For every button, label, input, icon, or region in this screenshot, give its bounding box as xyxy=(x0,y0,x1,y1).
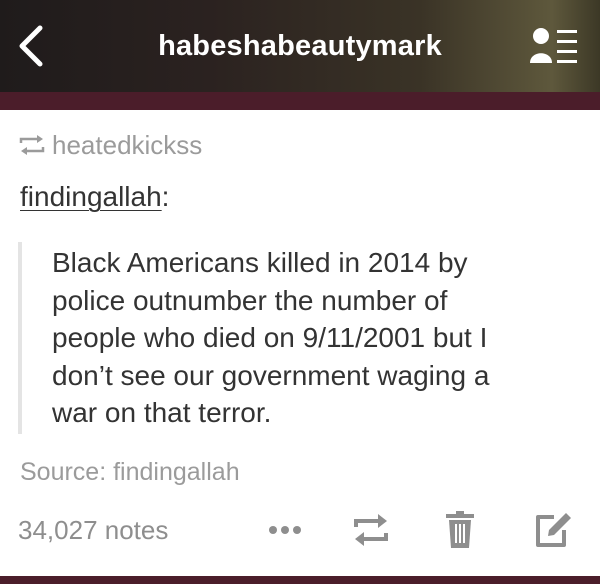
quote-line: police outnumber the number of xyxy=(52,284,448,316)
reblogged-from-username[interactable]: heatedkickss xyxy=(52,128,202,162)
bottom-accent-bar xyxy=(0,576,600,584)
quote-line: people who died on 9/11/2001 but I xyxy=(52,322,488,353)
author-colon: : xyxy=(161,181,170,212)
trash-icon xyxy=(446,511,474,548)
more-icon xyxy=(269,526,301,534)
header-accent-strip xyxy=(0,92,600,110)
quote-line: Black Americans killed in 2014 by xyxy=(52,247,468,278)
top-navigation-bar: habeshabeautymark xyxy=(0,0,600,92)
profile-menu-button[interactable] xyxy=(528,24,582,68)
reblog-source-row[interactable]: heatedkickss xyxy=(18,128,202,162)
notes-count[interactable]: 34,027 notes xyxy=(18,512,168,548)
profile-list-icon xyxy=(530,28,577,63)
post-author-link[interactable]: findingallah xyxy=(20,181,162,212)
reblog-button[interactable] xyxy=(350,508,392,552)
quote-line: don’t see our government waging a xyxy=(52,359,490,391)
chevron-left-icon xyxy=(19,25,43,67)
edit-icon xyxy=(536,513,571,547)
post-author-row: findingallah: xyxy=(20,178,169,216)
source-label: Source: xyxy=(20,458,114,486)
post-quote: Black Americans killed in 2014 by police… xyxy=(52,244,592,432)
back-button[interactable] xyxy=(8,20,52,72)
post-source: Source: findingallah xyxy=(20,455,240,489)
quote-line: war on that terror. xyxy=(52,397,272,428)
delete-button[interactable] xyxy=(442,508,478,552)
reblog-icon xyxy=(19,135,45,155)
blog-title: habeshabeautymark xyxy=(158,30,442,62)
source-link[interactable]: findingallah xyxy=(113,458,240,486)
reblog-icon xyxy=(354,514,388,546)
edit-button[interactable] xyxy=(530,508,576,552)
more-button[interactable] xyxy=(264,508,306,552)
blockquote-bar xyxy=(18,242,22,434)
